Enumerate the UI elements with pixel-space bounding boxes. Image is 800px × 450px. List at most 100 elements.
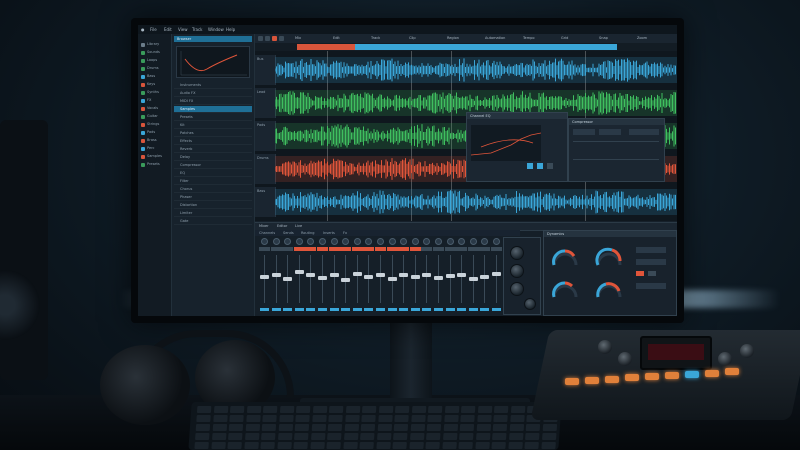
keyboard-key[interactable]	[245, 415, 261, 422]
keyboard-key[interactable]	[459, 424, 475, 431]
pan-knob[interactable]	[493, 238, 500, 245]
keyboard-key[interactable]	[492, 424, 508, 431]
keyboard-key[interactable]	[377, 424, 392, 431]
browser-row[interactable]: Distortion	[174, 202, 252, 209]
keyboard-key[interactable]	[212, 424, 227, 431]
keyboard-key[interactable]	[210, 442, 226, 449]
channel-label[interactable]	[467, 247, 479, 251]
keyboard-key[interactable]	[342, 442, 358, 449]
keyboard-key[interactable]	[444, 406, 459, 413]
channel-label[interactable]	[270, 247, 282, 251]
browser-row[interactable]: MIDI FX	[174, 98, 252, 105]
subtab-routing[interactable]: Routing	[301, 231, 314, 235]
solo-button[interactable]	[648, 271, 656, 276]
sidebar-item[interactable]: Bass	[141, 74, 169, 80]
track-header[interactable]: Bass	[255, 187, 276, 217]
toolbar-button[interactable]: Automation	[485, 36, 505, 40]
channel-label[interactable]	[305, 247, 317, 251]
keyboard-key[interactable]	[293, 442, 308, 449]
bypass-button[interactable]	[636, 271, 644, 276]
eq-band-button[interactable]	[537, 163, 543, 169]
release-dial[interactable]	[594, 245, 624, 271]
keyboard-key[interactable]	[228, 424, 244, 431]
keyboard-key[interactable]	[392, 442, 407, 449]
keyboard-key[interactable]	[195, 433, 210, 440]
keyboard-key[interactable]	[227, 442, 242, 449]
gain-knob[interactable]	[510, 246, 524, 260]
comp-dropdown[interactable]	[599, 129, 621, 135]
keyboard-key[interactable]	[276, 442, 292, 449]
subtab-inserts[interactable]: Inserts	[323, 231, 335, 235]
keyboard-key[interactable]	[411, 406, 426, 413]
keyboard-key[interactable]	[540, 442, 556, 449]
pan-knob[interactable]	[307, 238, 315, 245]
keyboard-key[interactable]	[229, 406, 245, 413]
keyboard-key[interactable]	[361, 415, 376, 422]
keyboard-key[interactable]	[378, 406, 393, 413]
keyboard-key[interactable]	[244, 433, 260, 440]
toolbar-button[interactable]: Zoom	[637, 36, 647, 40]
volume-fader[interactable]	[352, 271, 362, 276]
browser-row[interactable]: EQ	[174, 170, 252, 177]
keyboard-key[interactable]	[245, 424, 260, 431]
keyboard-key[interactable]	[426, 433, 441, 440]
keyboard-key[interactable]	[425, 442, 440, 449]
sidebar-item[interactable]: Perc	[141, 146, 169, 152]
drum-pad[interactable]	[605, 375, 619, 383]
toolbar-button[interactable]: Region	[447, 36, 459, 40]
menu-edit[interactable]: Edit	[164, 27, 172, 32]
keyboard-key[interactable]	[410, 424, 425, 431]
browser-row[interactable]: Patches	[174, 130, 252, 137]
keyboard-key[interactable]	[328, 406, 344, 413]
keyboard-key[interactable]	[343, 433, 359, 440]
keyboard-key[interactable]	[260, 442, 275, 449]
channel-label[interactable]	[409, 247, 421, 251]
keyboard-key[interactable]	[277, 433, 293, 440]
rewind-icon[interactable]	[258, 36, 263, 41]
play-icon[interactable]	[265, 36, 270, 41]
subtab-channels[interactable]: Channels	[259, 231, 275, 235]
volume-fader[interactable]	[376, 272, 385, 277]
volume-fader[interactable]	[329, 272, 339, 277]
makeup-knob[interactable]	[524, 298, 536, 310]
keyboard-key[interactable]	[508, 433, 524, 440]
keyboard-key[interactable]	[278, 415, 294, 422]
pan-knob[interactable]	[400, 238, 408, 245]
sidebar-item[interactable]: Synths	[141, 90, 169, 96]
browser-row[interactable]: Chorus	[174, 186, 252, 193]
keyboard-key[interactable]	[262, 415, 277, 422]
pan-knob[interactable]	[469, 238, 477, 245]
keyboard-key[interactable]	[393, 424, 409, 431]
volume-fader[interactable]	[387, 277, 397, 281]
keyboard-key[interactable]	[394, 415, 409, 422]
menu-track[interactable]: Track	[192, 27, 202, 32]
toolbar-button[interactable]: Tempo	[523, 36, 534, 40]
volume-fader[interactable]	[422, 272, 432, 277]
keyboard-key[interactable]	[359, 442, 374, 449]
region-marker[interactable]	[297, 44, 355, 50]
keyboard-key[interactable]	[493, 415, 508, 422]
threshold-knob[interactable]	[510, 264, 524, 278]
keyboard-key[interactable]	[261, 424, 277, 431]
keyboard-key[interactable]	[394, 406, 410, 413]
volume-fader[interactable]	[457, 272, 467, 277]
keyboard-key[interactable]	[311, 424, 326, 431]
keyboard-key[interactable]	[212, 415, 228, 422]
keyboard-key[interactable]	[194, 442, 209, 449]
controller-knob[interactable]	[740, 344, 754, 358]
keyboard-key[interactable]	[458, 442, 473, 449]
toolbar-button[interactable]: Grid	[561, 36, 568, 40]
toolbar-button[interactable]: Edit	[333, 36, 340, 40]
channel-label[interactable]	[340, 247, 352, 251]
volume-fader[interactable]	[341, 277, 351, 282]
keyboard-key[interactable]	[525, 433, 540, 440]
browser-row[interactable]: Audio FX	[174, 90, 252, 97]
channel-label[interactable]	[259, 247, 270, 251]
pan-knob[interactable]	[353, 238, 361, 245]
drum-pad[interactable]	[565, 378, 579, 385]
volume-fader[interactable]	[294, 270, 304, 275]
keyboard-key[interactable]	[361, 406, 377, 413]
keyboard-key[interactable]	[542, 424, 557, 431]
sidebar-item[interactable]: Keys	[141, 82, 169, 88]
track-lane[interactable]: Bass	[255, 187, 677, 217]
